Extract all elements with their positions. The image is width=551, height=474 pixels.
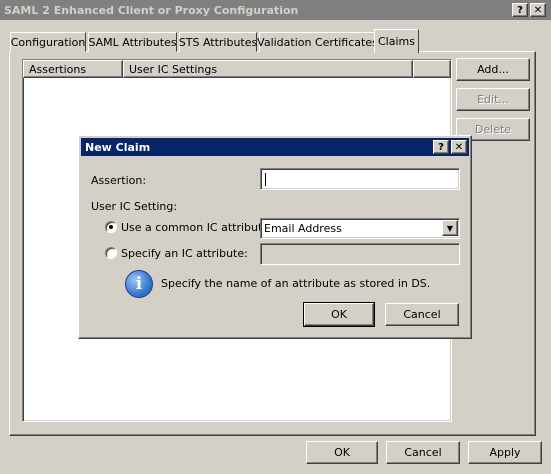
dialog-close-button[interactable]: ✕ — [451, 140, 467, 154]
edit-button[interactable]: Edit... — [456, 88, 530, 111]
tab-claims[interactable]: Claims — [374, 29, 419, 53]
dialog-help-button[interactable]: ? — [433, 140, 449, 154]
dialog-ok-button[interactable]: OK — [303, 302, 375, 327]
info-icon: i — [125, 270, 153, 298]
ok-button[interactable]: OK — [306, 441, 378, 464]
use-common-ic-radio[interactable] — [105, 221, 117, 233]
dialog-title: New Claim — [85, 140, 151, 154]
chevron-down-icon[interactable]: ▼ — [442, 220, 458, 236]
specify-ic-radio[interactable] — [105, 247, 117, 259]
window-title: SAML 2 Enhanced Client or Proxy Configur… — [4, 3, 299, 17]
column-header-assertions[interactable]: Assertions — [23, 60, 123, 78]
new-claim-dialog: New Claim ? ✕ Assertion: User IC Setting… — [78, 135, 472, 339]
cancel-button[interactable]: Cancel — [386, 441, 460, 464]
common-ic-attribute-value: Email Address — [264, 222, 342, 235]
dialog-titlebar: New Claim ? ✕ — [81, 138, 469, 156]
add-button[interactable]: Add... — [456, 58, 530, 81]
column-header-blank[interactable] — [413, 60, 451, 78]
tab-validation-certificates[interactable]: Validation Certificates — [257, 32, 378, 52]
assertion-label: Assertion: — [91, 174, 147, 187]
tab-saml-attributes[interactable]: SAML Attributes — [88, 32, 177, 52]
help-button[interactable]: ? — [512, 3, 528, 17]
info-text: Specify the name of an attribute as stor… — [161, 277, 431, 290]
text-caret — [265, 172, 266, 186]
specify-ic-attribute-input[interactable] — [260, 243, 460, 265]
common-ic-attribute-select[interactable]: Email Address ▼ — [260, 218, 460, 239]
specify-ic-label[interactable]: Specify an IC attribute: — [121, 247, 248, 260]
dialog-cancel-button[interactable]: Cancel — [385, 303, 459, 326]
column-header-user-ic-settings[interactable]: User IC Settings — [123, 60, 413, 78]
user-ic-setting-label: User IC Setting: — [91, 200, 178, 213]
assertion-input[interactable] — [260, 168, 460, 190]
use-common-ic-label[interactable]: Use a common IC attribute: — [121, 221, 273, 234]
window-titlebar: SAML 2 Enhanced Client or Proxy Configur… — [0, 0, 551, 20]
close-button[interactable]: ✕ — [530, 3, 546, 17]
apply-button[interactable]: Apply — [468, 441, 542, 464]
radio-selected-dot — [109, 225, 113, 229]
tab-configuration[interactable]: Configuration — [10, 32, 86, 52]
tab-sts-attributes[interactable]: STS Attributes — [179, 32, 257, 52]
